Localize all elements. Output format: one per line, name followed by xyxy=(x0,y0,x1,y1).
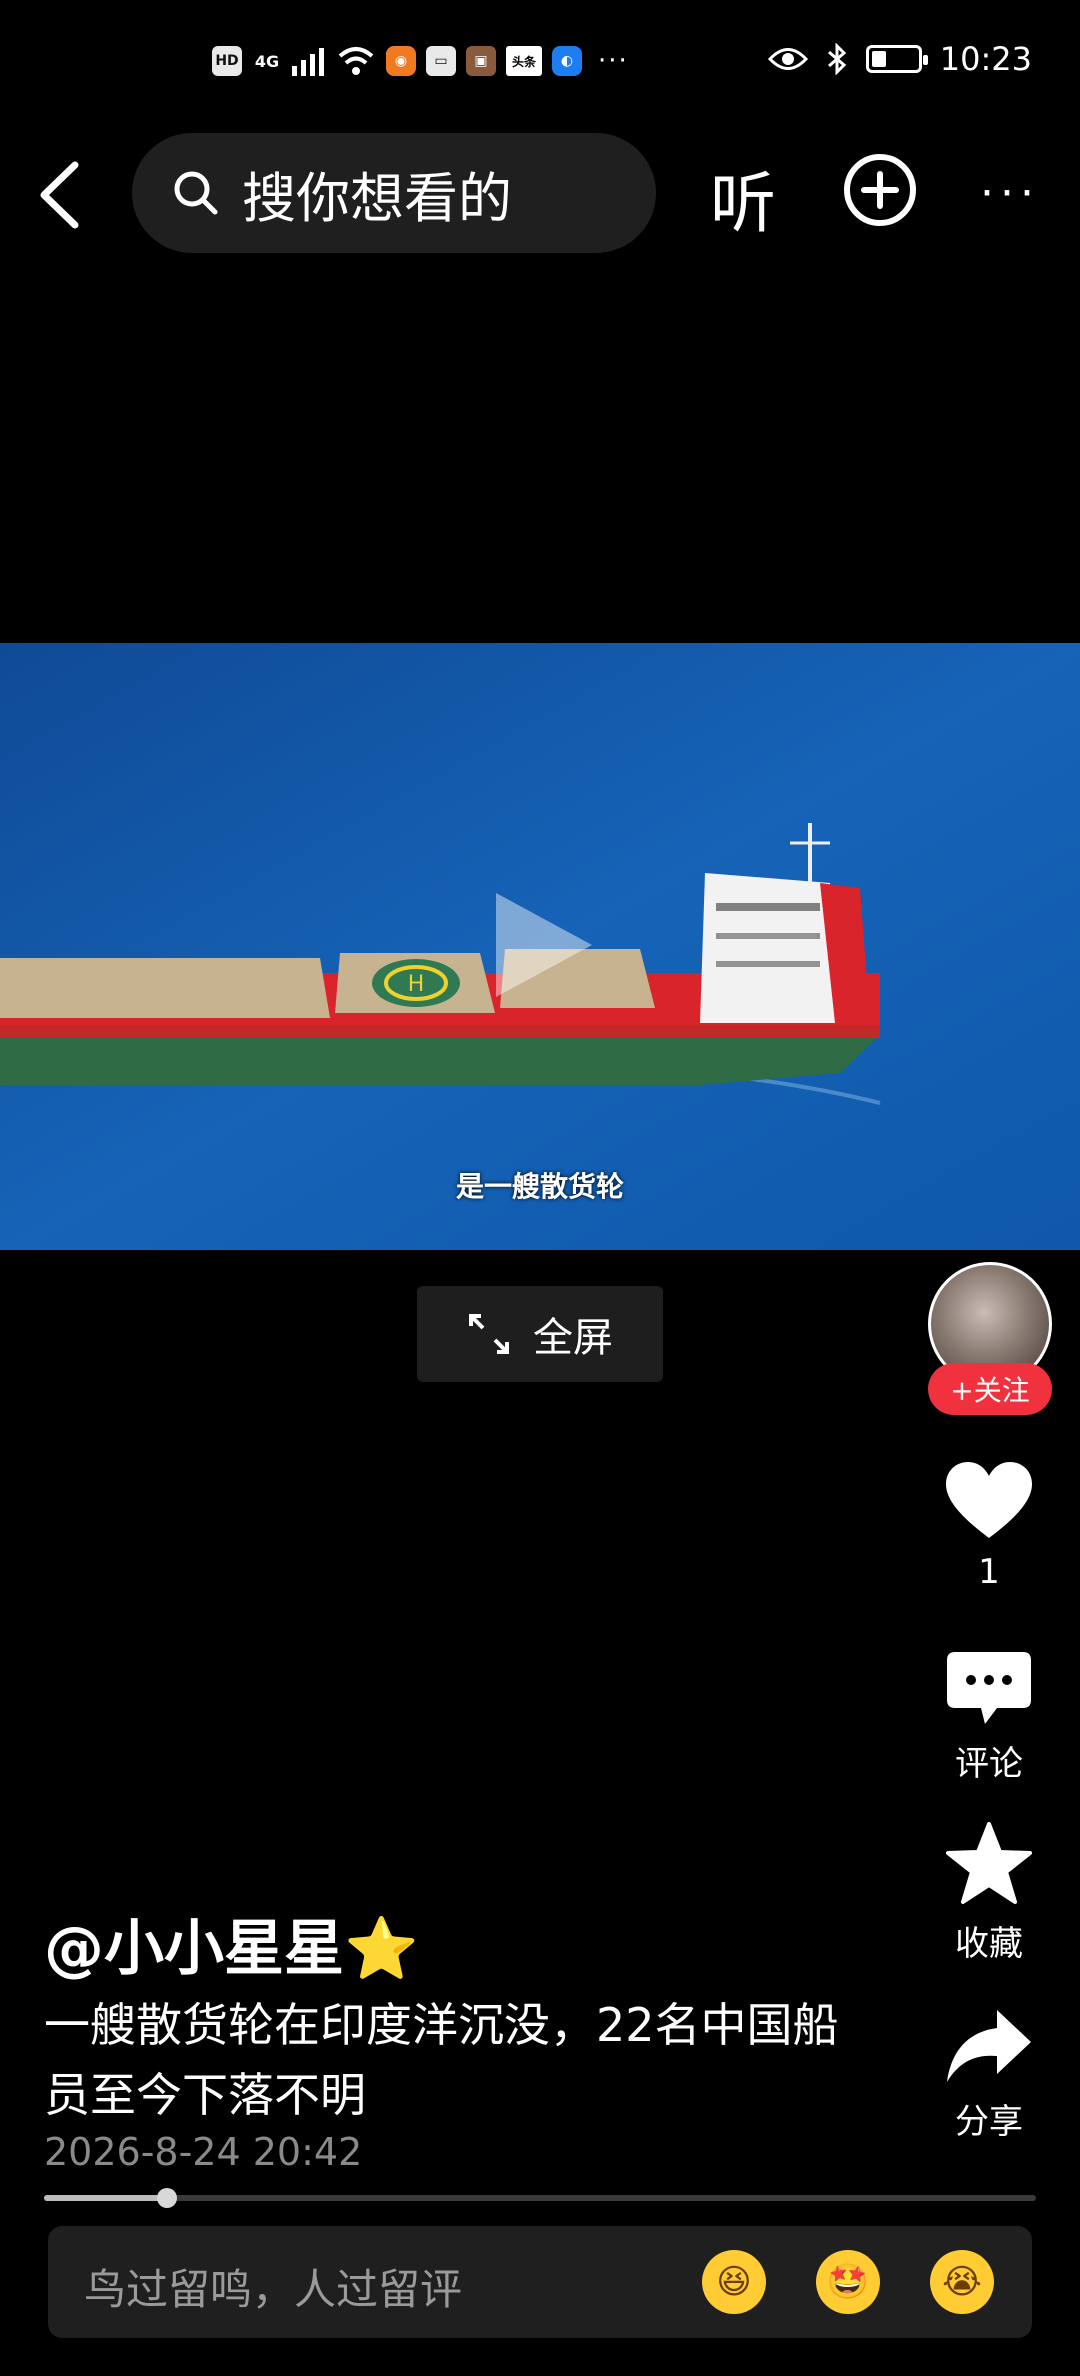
video-progress-bar[interactable] xyxy=(44,2188,1036,2208)
search-icon xyxy=(174,171,218,215)
video-frame-ship: H xyxy=(0,643,1080,1250)
hd-icon: HD xyxy=(212,46,242,76)
app-notification-icon: ▭ xyxy=(426,46,456,76)
app-notification-icon: ◉ xyxy=(386,46,416,76)
favorite-button[interactable]: 收藏 xyxy=(929,1822,1049,1965)
status-bar-left-icons: HD 4G ◉ ▭ ▣ 头条 ◐ ··· xyxy=(212,46,629,76)
signal-icon xyxy=(292,48,324,76)
status-bar-right: 10:23 xyxy=(767,40,1032,78)
comment-button[interactable]: 评论 xyxy=(929,1652,1049,1785)
progress-fill xyxy=(44,2195,167,2201)
svg-text:H: H xyxy=(408,972,425,997)
battery-icon xyxy=(865,45,928,73)
wifi-icon xyxy=(338,47,374,75)
expand-icon xyxy=(469,1314,509,1354)
crying-emoji-icon[interactable]: 😭 xyxy=(930,2250,994,2314)
comment-icon xyxy=(947,1652,1031,1724)
star-icon xyxy=(946,1822,1032,1904)
post-date: 2026-8-24 20:42 xyxy=(44,2130,363,2174)
comment-placeholder: 鸟过留鸣，人过留评 xyxy=(84,2265,463,2314)
heart-icon xyxy=(946,1462,1032,1538)
network-4g-icon: 4G xyxy=(254,51,280,71)
search-placeholder: 搜你想看的 xyxy=(242,166,512,230)
status-bar: HD 4G ◉ ▭ ▣ 头条 ◐ ··· 10:23 xyxy=(0,0,1080,130)
fullscreen-label: 全屏 xyxy=(533,1315,613,1361)
eye-icon xyxy=(767,48,808,70)
bluetooth-icon xyxy=(827,43,846,75)
status-time: 10:23 xyxy=(939,40,1032,78)
app-notification-icon: ◐ xyxy=(552,46,582,76)
like-button[interactable]: 1 xyxy=(929,1462,1049,1592)
app-notification-icon: ▣ xyxy=(466,46,496,76)
more-options-icon[interactable]: ··· xyxy=(980,168,1040,219)
listen-button[interactable]: 听 xyxy=(710,150,776,246)
progress-handle[interactable] xyxy=(157,2188,177,2208)
share-button[interactable]: 分享 xyxy=(929,2008,1049,2143)
follow-button[interactable]: +关注 xyxy=(928,1363,1052,1415)
like-count: 1 xyxy=(978,1552,1000,1592)
search-bar[interactable]: 搜你想看的 xyxy=(132,133,656,253)
star-eyes-emoji-icon[interactable]: 🤩 xyxy=(816,2250,880,2314)
share-icon xyxy=(947,2010,1031,2082)
comment-label: 评论 xyxy=(955,1744,1023,1784)
video-player[interactable]: H xyxy=(0,643,1080,1250)
more-notifications-icon: ··· xyxy=(598,46,629,76)
toutiao-icon: 头条 xyxy=(506,46,542,76)
comment-input-bar[interactable]: 鸟过留鸣，人过留评 😆 🤩 😭 xyxy=(48,2226,1032,2338)
add-icon[interactable] xyxy=(840,150,920,230)
back-icon[interactable] xyxy=(30,155,90,235)
favorite-label: 收藏 xyxy=(955,1924,1023,1964)
post-description: 一艘散货轮在印度洋沉没，22名中国船员至今下落不明 xyxy=(44,1998,839,2122)
laughing-emoji-icon[interactable]: 😆 xyxy=(702,2250,766,2314)
author-name[interactable]: @小小星星⭐ xyxy=(44,1900,419,1987)
fullscreen-button[interactable]: 全屏 xyxy=(417,1286,663,1382)
video-subtitle: 是一艘散货轮 xyxy=(455,1170,624,1203)
share-label: 分享 xyxy=(955,2102,1023,2142)
